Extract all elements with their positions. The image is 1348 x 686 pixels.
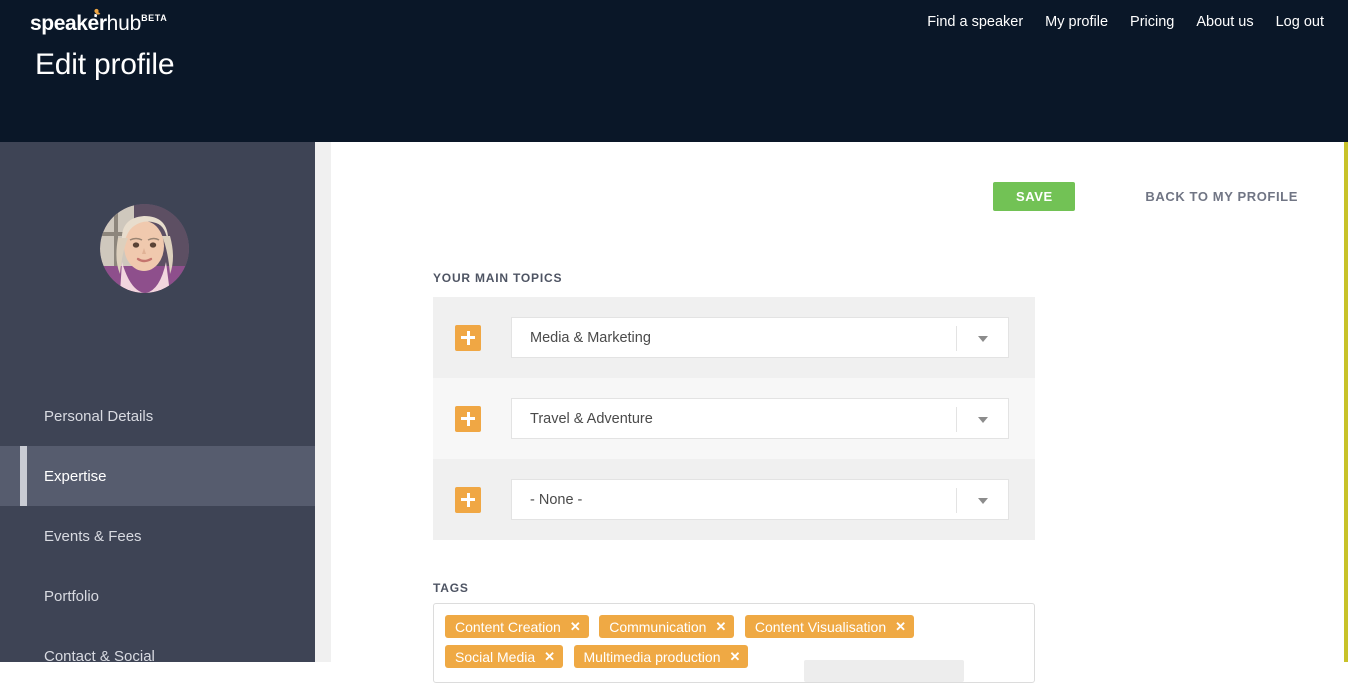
sidebar-item-contact-and-social[interactable]: Contact & Social — [0, 626, 315, 686]
nav-item-pricing[interactable]: Pricing — [1130, 14, 1174, 30]
add-topic-button[interactable] — [455, 405, 481, 432]
sidebar-menu: Personal Details Expertise Events & Fees… — [0, 386, 315, 686]
sidebar-item-portfolio[interactable]: Portfolio — [0, 566, 315, 626]
nav-item-find-a-speaker[interactable]: Find a speaker — [927, 14, 1023, 30]
tag-chip[interactable]: Content Visualisation ✕ — [744, 615, 915, 638]
tags-placeholder-field — [804, 660, 964, 682]
topic-select[interactable]: Media & Marketing — [511, 317, 1009, 358]
back-to-my-profile-button[interactable]: BACK TO MY PROFILE — [1075, 189, 1324, 204]
sidebar-gutter — [315, 142, 331, 662]
profile-sidebar: Esther SNIPPE Personal Details Expertise… — [0, 142, 315, 665]
select-separator — [956, 407, 957, 432]
add-topic-button[interactable] — [455, 324, 481, 351]
tag-chip[interactable]: Content Creation ✕ — [445, 615, 589, 638]
site-logo[interactable]: speaker hub BETA — [30, 8, 168, 36]
topic-select[interactable]: - None - — [511, 479, 1009, 520]
sidebar-item-label: Personal Details — [44, 407, 154, 425]
topic-row: - None - — [433, 459, 1035, 540]
chevron-down-icon — [978, 498, 988, 504]
page-edge-strip — [1344, 142, 1348, 662]
select-separator — [956, 488, 957, 513]
topic-row: Travel & Adventure — [433, 378, 1035, 459]
logo-hub-text: hub — [106, 12, 142, 35]
topic-select-value: Media & Marketing — [530, 329, 651, 346]
tag-label: Social Media — [455, 648, 536, 665]
select-separator — [956, 326, 957, 351]
tag-label: Content Visualisation — [754, 618, 887, 635]
remove-tag-icon[interactable]: ✕ — [895, 620, 906, 633]
tag-chip[interactable]: Multimedia production ✕ — [573, 645, 749, 668]
topic-row: Media & Marketing — [433, 297, 1035, 378]
chevron-down-icon — [978, 336, 988, 342]
nav-item-my-profile[interactable]: My profile — [1045, 14, 1108, 30]
sidebar-item-label: Events & Fees — [44, 527, 142, 545]
top-navigation: Find a speaker My profile Pricing About … — [927, 14, 1324, 30]
page-header: speaker hub BETA Edit profile Find a spe… — [0, 0, 1348, 142]
main-content: SAVE BACK TO MY PROFILE YOUR MAIN TOPICS… — [331, 142, 1348, 683]
logo-runner-icon — [88, 8, 102, 23]
sidebar-item-events-and-fees[interactable]: Events & Fees — [0, 506, 315, 566]
save-button[interactable]: SAVE — [993, 182, 1076, 211]
tag-chip[interactable]: Communication ✕ — [599, 615, 735, 638]
tags-section-label: TAGS — [433, 581, 469, 595]
sidebar-item-label: Portfolio — [44, 587, 100, 605]
topic-select-value: - None - — [530, 491, 583, 508]
tag-label: Multimedia production — [583, 648, 721, 665]
tag-label: Content Creation — [455, 618, 561, 635]
remove-tag-icon[interactable]: ✕ — [544, 650, 555, 663]
nav-item-about-us[interactable]: About us — [1196, 14, 1253, 30]
tag-label: Communication — [609, 618, 707, 635]
topic-select-value: Travel & Adventure — [530, 410, 653, 427]
page-title: Edit profile — [35, 48, 175, 81]
main-topics-section-label: YOUR MAIN TOPICS — [433, 271, 563, 285]
remove-tag-icon[interactable]: ✕ — [715, 620, 726, 633]
topic-select[interactable]: Travel & Adventure — [511, 398, 1009, 439]
sidebar-item-expertise[interactable]: Expertise — [0, 446, 315, 506]
sidebar-item-personal-details[interactable]: Personal Details — [0, 386, 315, 446]
add-topic-button[interactable] — [455, 486, 481, 513]
remove-tag-icon[interactable]: ✕ — [570, 620, 581, 633]
chevron-down-icon — [978, 417, 988, 423]
main-topics-list: Media & Marketing Travel & Adventure - N… — [433, 297, 1035, 540]
profile-avatar[interactable] — [100, 204, 189, 293]
tags-input-box[interactable]: Content Creation ✕ Communication ✕ Conte… — [433, 603, 1035, 683]
form-actions: SAVE BACK TO MY PROFILE — [993, 182, 1324, 211]
remove-tag-icon[interactable]: ✕ — [729, 650, 740, 663]
sidebar-item-label: Expertise — [44, 467, 107, 485]
nav-item-log-out[interactable]: Log out — [1276, 14, 1324, 30]
tag-chip[interactable]: Social Media ✕ — [445, 645, 564, 668]
logo-beta-badge: BETA — [141, 13, 168, 23]
